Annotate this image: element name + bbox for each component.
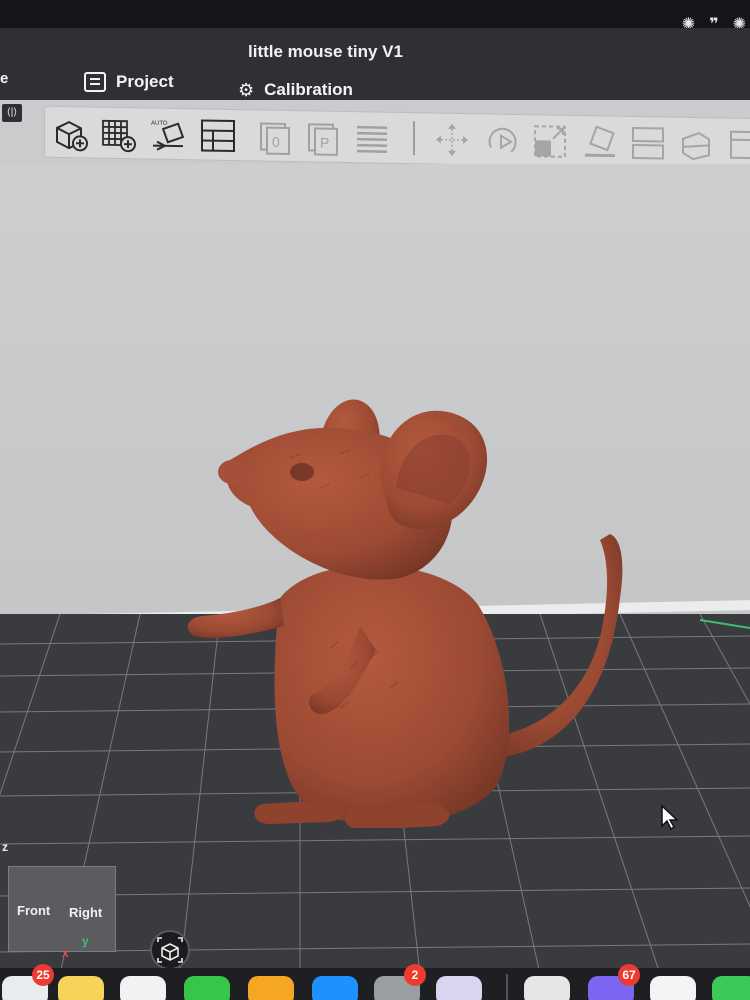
- os-top-strip: ✺ ❞ ✺: [0, 0, 750, 33]
- iphone-mirroring-app[interactable]: [436, 976, 482, 1000]
- reset-view-button[interactable]: [150, 930, 190, 968]
- svg-text:AUTO: AUTO: [151, 121, 168, 127]
- move-icon[interactable]: [433, 121, 471, 160]
- mail-app[interactable]: 25: [2, 964, 54, 1000]
- svg-text:P: P: [320, 135, 329, 151]
- chatgpt-app[interactable]: [650, 976, 696, 1000]
- mouse-cursor-icon: [661, 804, 679, 830]
- tab-project[interactable]: Project: [84, 72, 174, 92]
- appstore-app[interactable]: [312, 976, 358, 1000]
- freeform-app[interactable]: [120, 976, 166, 1000]
- layout-icon[interactable]: [199, 116, 237, 155]
- sidebar-collapse-button[interactable]: ⟨|⟩: [2, 104, 22, 122]
- mouse-model[interactable]: [180, 358, 640, 828]
- layers-icon[interactable]: [353, 119, 391, 158]
- list-icon: [84, 72, 106, 92]
- add-object-icon[interactable]: [51, 114, 89, 153]
- titlebar: e little mouse tiny V1 Project ⚙ Calibra…: [0, 28, 750, 100]
- more-icon[interactable]: [725, 126, 750, 165]
- 3d-viewport[interactable]: [0, 164, 750, 968]
- axis-y-label: y: [82, 934, 89, 948]
- discord-badge: 67: [618, 964, 640, 986]
- axis-z-label: z: [2, 840, 8, 854]
- settings-badge: 2: [404, 964, 426, 986]
- pages-app[interactable]: [248, 976, 294, 1000]
- tab-calibration-label: Calibration: [264, 80, 353, 99]
- view-cube-right[interactable]: Right: [69, 905, 102, 920]
- orient-p-icon[interactable]: P: [305, 118, 343, 157]
- discord-app[interactable]: 67: [588, 964, 640, 1000]
- settings-app[interactable]: 2: [374, 964, 426, 1000]
- gear-icon: ⚙: [238, 80, 255, 100]
- orient-0-icon[interactable]: 0: [257, 117, 295, 156]
- tab-project-label: Project: [116, 72, 174, 91]
- dock-separator: [506, 974, 508, 1000]
- tab-calibration[interactable]: ⚙ Calibration: [238, 80, 353, 100]
- window-title: little mouse tiny V1: [248, 42, 403, 61]
- focus-icon: [157, 937, 183, 963]
- svg-text:0: 0: [272, 134, 280, 150]
- numbers-app-2[interactable]: [712, 976, 750, 1000]
- toolbar: AUTO 0 P: [44, 105, 750, 171]
- view-cube[interactable]: Front Right: [8, 866, 116, 952]
- lay-on-face-icon[interactable]: [581, 123, 619, 162]
- left-clipped-text: e: [0, 70, 9, 87]
- cut-icon[interactable]: [677, 125, 715, 164]
- dock: 25 2 67: [0, 964, 750, 1000]
- axis-x-label: x: [62, 946, 69, 960]
- numbers-app[interactable]: [184, 976, 230, 1000]
- app-window: e little mouse tiny V1 Project ⚙ Calibra…: [0, 28, 750, 968]
- split-icon[interactable]: [629, 124, 667, 163]
- view-cube-front[interactable]: Front: [17, 903, 50, 918]
- rotate-icon[interactable]: [483, 121, 521, 160]
- mail-badge: 25: [32, 964, 54, 986]
- scale-icon[interactable]: [531, 122, 569, 161]
- notes-app[interactable]: [58, 976, 104, 1000]
- add-plate-icon[interactable]: [99, 115, 137, 154]
- toolbar-separator: [413, 121, 415, 156]
- auto-arrange-icon[interactable]: AUTO: [149, 116, 187, 155]
- chrome-app[interactable]: [524, 976, 570, 1000]
